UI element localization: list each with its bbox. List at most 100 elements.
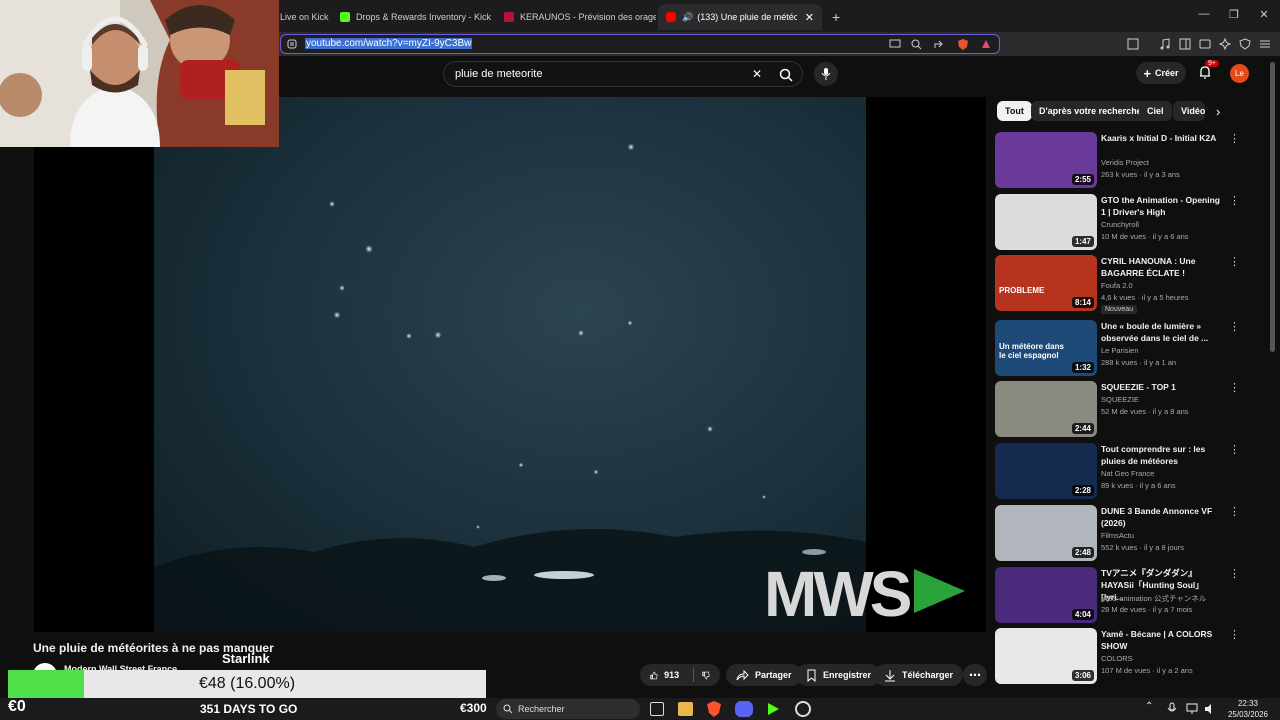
- more-options-icon[interactable]: ⋮: [1229, 505, 1240, 518]
- chip-sky[interactable]: Ciel: [1139, 101, 1172, 121]
- video-title[interactable]: SQUEEZIE - TOP 1: [1101, 381, 1225, 393]
- restore-icon[interactable]: ❐: [1226, 8, 1242, 21]
- video-thumbnail[interactable]: PROBLEME 8:14: [995, 255, 1097, 311]
- tab-youtube-active[interactable]: 🔊 (133) Une pluie de météorites ✕: [658, 4, 822, 30]
- tab-kick-live[interactable]: Live on Kick: [272, 4, 332, 30]
- recommended-video[interactable]: 2:55 Kaaris x Initial D - Initial K2A Veri…: [995, 132, 1255, 190]
- taskbar-search[interactable]: Rechercher: [496, 699, 640, 719]
- search-input[interactable]: pluie de meteorite ✕: [443, 61, 803, 87]
- task-view-icon[interactable]: [650, 702, 664, 716]
- media-app-icon[interactable]: [765, 701, 781, 717]
- brave-rewards-icon[interactable]: [981, 39, 991, 49]
- ai-assistant-icon[interactable]: [1218, 37, 1232, 51]
- channel-name[interactable]: COLORS: [1101, 654, 1133, 663]
- more-options-icon[interactable]: ⋮: [1229, 628, 1240, 641]
- music-icon[interactable]: [1158, 37, 1172, 51]
- page-scrollbar[interactable]: [1270, 62, 1275, 352]
- tab-keraunos[interactable]: KERAUNOS - Prévision des orages po: [496, 4, 656, 30]
- channel-name[interactable]: Foufa 2.0: [1101, 281, 1133, 290]
- recommended-video[interactable]: 2:28 Tout comprendre sur : les pluies de …: [995, 443, 1255, 501]
- video-title[interactable]: CYRIL HANOUNA : Une BAGARRE ÉCLATE !: [1101, 255, 1225, 279]
- system-clock[interactable]: 22:33 25/03/2026: [1222, 698, 1274, 720]
- recommended-video[interactable]: 2:44 SQUEEZIE - TOP 1 SQUEEZIE 52 M de vues…: [995, 381, 1255, 439]
- video-title[interactable]: Tout comprendre sur : les pluies de mété…: [1101, 443, 1225, 467]
- avatar[interactable]: Le: [1230, 64, 1249, 83]
- search-value[interactable]: pluie de meteorite: [455, 68, 542, 80]
- video-thumbnail[interactable]: 3:06: [995, 628, 1097, 684]
- video-thumbnail[interactable]: 2:28: [995, 443, 1097, 499]
- channel-name[interactable]: Crunchyroll: [1101, 220, 1139, 229]
- chevron-right-icon[interactable]: ›: [1216, 104, 1220, 119]
- video-thumbnail[interactable]: 4:04: [995, 567, 1097, 623]
- search-icon[interactable]: [779, 68, 793, 82]
- menu-icon[interactable]: [1258, 37, 1272, 51]
- chip-related[interactable]: D'après votre recherche: [1031, 101, 1150, 121]
- video-thumbnail[interactable]: 2:55: [995, 132, 1097, 188]
- zoom-icon[interactable]: [911, 39, 922, 50]
- like-button[interactable]: 913: [640, 664, 720, 686]
- wallet-icon[interactable]: [1198, 37, 1212, 51]
- share-page-icon[interactable]: [933, 39, 944, 50]
- reader-icon[interactable]: [1178, 37, 1192, 51]
- new-tab-button[interactable]: +: [824, 4, 844, 30]
- recommended-video[interactable]: PROBLEME 8:14 CYRIL HANOUNA : Une BAGARRE …: [995, 255, 1255, 314]
- brave-browser-icon[interactable]: [706, 700, 722, 718]
- video-title[interactable]: Une « boule de lumière » observée dans l…: [1101, 320, 1225, 344]
- recommended-video[interactable]: 2:48 DUNE 3 Bande Annonce VF (2026) FilmsA…: [995, 505, 1255, 563]
- screen-share-icon[interactable]: [889, 39, 901, 50]
- more-options-icon[interactable]: ⋮: [1229, 320, 1240, 333]
- site-info-icon[interactable]: [287, 39, 297, 49]
- vpn-shield-icon[interactable]: [1238, 37, 1252, 51]
- chip-all[interactable]: Tout: [997, 101, 1032, 121]
- thumbs-down-icon[interactable]: [702, 669, 710, 682]
- save-button[interactable]: Enregistrer: [796, 664, 882, 686]
- video-player[interactable]: MWS: [34, 97, 986, 632]
- clear-search-icon[interactable]: ✕: [752, 67, 762, 81]
- video-thumbnail[interactable]: 2:48: [995, 505, 1097, 561]
- network-icon[interactable]: [1185, 702, 1199, 716]
- more-options-icon[interactable]: ⋮: [1229, 132, 1240, 145]
- voice-search-button[interactable]: [814, 62, 838, 86]
- sidebar-toggle-icon[interactable]: [1126, 37, 1140, 51]
- channel-name[interactable]: Le Parisien: [1101, 346, 1139, 355]
- channel-name[interactable]: MBS animation 公式チャンネル: [1101, 593, 1206, 604]
- more-options-icon[interactable]: ⋮: [1229, 194, 1240, 207]
- more-options-icon[interactable]: ⋮: [1229, 381, 1240, 394]
- close-tab-icon[interactable]: ✕: [805, 11, 814, 24]
- close-window-icon[interactable]: ✕: [1256, 8, 1272, 21]
- more-options-icon[interactable]: ⋮: [1229, 443, 1240, 456]
- channel-name[interactable]: FilmsActu: [1101, 531, 1134, 540]
- create-button[interactable]: + Créer: [1136, 62, 1186, 84]
- video-thumbnail[interactable]: Un météore dans le ciel espagnol 1:32: [995, 320, 1097, 376]
- video-title[interactable]: GTO the Animation - Opening 1 | Driver's…: [1101, 194, 1225, 218]
- minimize-icon[interactable]: —: [1196, 8, 1212, 20]
- url-text[interactable]: youtube.com/watch?v=myZI-9yC3Bw: [305, 38, 473, 49]
- recommended-video[interactable]: 1:47 GTO the Animation - Opening 1 | Driv…: [995, 194, 1255, 252]
- video-title[interactable]: Yamê - Bécane | A COLORS SHOW: [1101, 628, 1225, 652]
- channel-name[interactable]: Veridis Project: [1101, 158, 1149, 167]
- download-button[interactable]: Télécharger: [874, 664, 964, 686]
- address-bar[interactable]: youtube.com/watch?v=myZI-9yC3Bw: [280, 34, 1000, 54]
- more-options-icon[interactable]: ⋮: [1229, 567, 1240, 580]
- video-thumbnail[interactable]: 2:44: [995, 381, 1097, 437]
- channel-name[interactable]: Nat Geo France: [1101, 469, 1154, 478]
- notifications-button[interactable]: 9+: [1198, 60, 1219, 80]
- chevron-up-icon[interactable]: ⌃: [1145, 701, 1153, 712]
- video-title[interactable]: Kaaris x Initial D - Initial K2A: [1101, 132, 1225, 144]
- recommended-video[interactable]: Un météore dans le ciel espagnol 1:32 Une …: [995, 320, 1255, 378]
- brave-shield-icon[interactable]: [957, 38, 969, 51]
- more-actions-button[interactable]: ⋯: [963, 664, 987, 686]
- video-thumbnail[interactable]: 1:47: [995, 194, 1097, 250]
- chip-videos[interactable]: Vidéo: [1173, 101, 1205, 121]
- file-explorer-icon[interactable]: [678, 702, 693, 716]
- recommended-video[interactable]: 4:04 TVアニメ『ダンダダン』HAYASii「Hunting Soul」[ly…: [995, 567, 1255, 625]
- obs-icon[interactable]: [795, 701, 811, 717]
- volume-icon[interactable]: [1203, 702, 1217, 716]
- more-options-icon[interactable]: ⋮: [1229, 255, 1240, 268]
- recommended-video[interactable]: 3:06 Yamê - Bécane | A COLORS SHOW COLORS 1…: [995, 628, 1255, 686]
- video-title[interactable]: DUNE 3 Bande Annonce VF (2026): [1101, 505, 1225, 529]
- tab-kick-drops[interactable]: Drops & Rewards Inventory - Kick St: [332, 4, 492, 30]
- discord-icon[interactable]: [735, 701, 753, 717]
- channel-name[interactable]: SQUEEZIE: [1101, 395, 1139, 404]
- microphone-tray-icon[interactable]: [1167, 702, 1177, 716]
